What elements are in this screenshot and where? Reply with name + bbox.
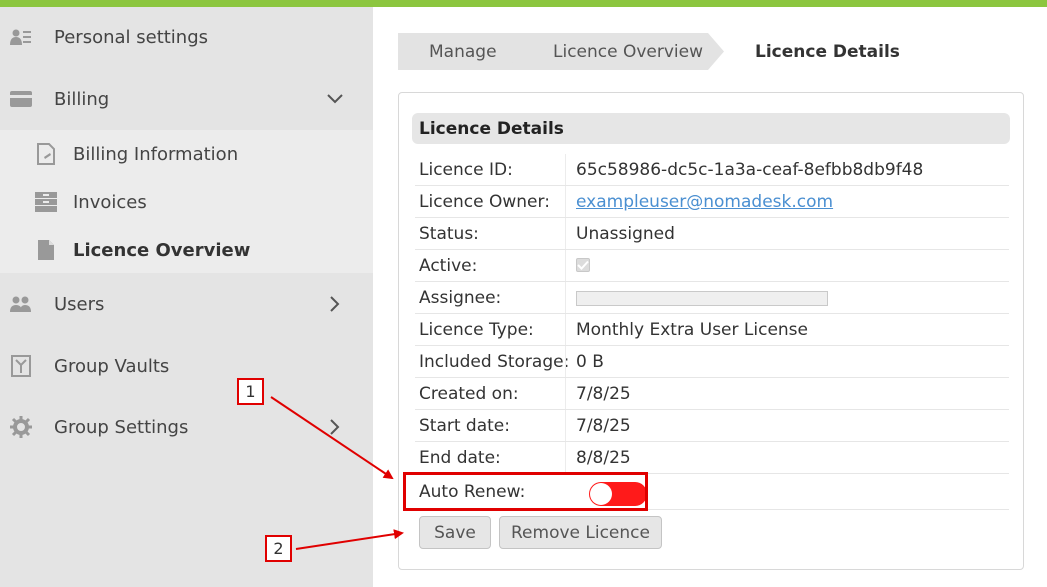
sidebar-item-invoices[interactable]: Invoices bbox=[0, 178, 373, 226]
sidebar-item-label: Licence Overview bbox=[73, 239, 251, 261]
sidebar-item-label: Invoices bbox=[73, 191, 147, 213]
sidebar-item-label: Group Vaults bbox=[54, 355, 170, 377]
sidebar-item-label: Personal settings bbox=[54, 26, 209, 48]
billing-submenu: Billing Information Invoices Licence Ove… bbox=[0, 130, 373, 273]
sidebar-item-label: Users bbox=[54, 293, 105, 315]
status-value: Unassigned bbox=[576, 224, 675, 244]
field-label: Start date: bbox=[419, 416, 510, 436]
row-included-storage: Included Storage: 0 B bbox=[415, 346, 1009, 378]
vault-icon bbox=[10, 355, 32, 377]
assignee-input[interactable] bbox=[576, 291, 828, 306]
row-start-date: Start date: 7/8/25 bbox=[415, 410, 1009, 442]
sidebar-item-users[interactable]: Users bbox=[0, 274, 373, 334]
chevron-right-icon[interactable] bbox=[325, 417, 345, 437]
sidebar-item-personal-settings[interactable]: Personal settings bbox=[0, 7, 373, 67]
breadcrumb-current: Licence Details bbox=[755, 41, 900, 62]
licence-id-value: 65c58986-dc5c-1a3a-ceaf-8efbb8db9f48 bbox=[576, 160, 924, 180]
panel-title: Licence Details bbox=[412, 113, 1010, 144]
row-licence-id: Licence ID: 65c58986-dc5c-1a3a-ceaf-8efb… bbox=[415, 154, 1009, 186]
field-label: Status: bbox=[419, 224, 479, 244]
licence-type-value: Monthly Extra User License bbox=[576, 320, 808, 340]
field-label: Included Storage: bbox=[419, 352, 570, 372]
sidebar: Personal settings Billing Billing Inform… bbox=[0, 7, 373, 587]
chevron-down-icon[interactable] bbox=[325, 89, 345, 109]
document-edit-icon bbox=[35, 143, 57, 165]
field-label: Created on: bbox=[419, 384, 519, 404]
row-end-date: End date: 8/8/25 bbox=[415, 442, 1009, 474]
sidebar-item-label: Group Settings bbox=[54, 416, 189, 438]
owner-email-link[interactable]: exampleuser@nomadesk.com bbox=[576, 192, 833, 212]
sidebar-item-label: Billing Information bbox=[73, 143, 239, 165]
created-value: 7/8/25 bbox=[576, 384, 631, 404]
field-label: Licence Type: bbox=[419, 320, 534, 340]
top-accent-bar bbox=[0, 0, 1047, 7]
document-icon bbox=[35, 239, 57, 261]
field-label: End date: bbox=[419, 448, 501, 468]
breadcrumb-manage[interactable]: Manage bbox=[398, 33, 524, 70]
remove-licence-button[interactable]: Remove Licence bbox=[499, 516, 662, 549]
sidebar-item-billing-information[interactable]: Billing Information bbox=[0, 130, 373, 178]
sidebar-item-group-settings[interactable]: Group Settings bbox=[0, 397, 373, 457]
annotation-highlight-auto-renew bbox=[403, 472, 648, 511]
row-licence-owner: Licence Owner: exampleuser@nomadesk.com bbox=[415, 186, 1009, 218]
active-checkbox bbox=[576, 258, 590, 272]
save-button[interactable]: Save bbox=[419, 516, 491, 549]
annotation-label-1: 1 bbox=[237, 378, 264, 405]
field-label: Licence Owner: bbox=[419, 192, 550, 212]
drawer-icon bbox=[35, 191, 57, 213]
card-icon bbox=[10, 88, 32, 110]
gear-icon bbox=[10, 416, 32, 438]
storage-value: 0 B bbox=[576, 352, 604, 372]
end-date-value: 8/8/25 bbox=[576, 448, 631, 468]
row-active: Active: bbox=[415, 250, 1009, 282]
field-label: Licence ID: bbox=[419, 160, 513, 180]
sidebar-item-group-vaults[interactable]: Group Vaults bbox=[0, 336, 373, 396]
person-list-icon bbox=[10, 26, 32, 48]
row-licence-type: Licence Type: Monthly Extra User License bbox=[415, 314, 1009, 346]
sidebar-item-licence-overview[interactable]: Licence Overview bbox=[0, 226, 373, 274]
annotation-label-2: 2 bbox=[265, 535, 292, 562]
row-created-on: Created on: 7/8/25 bbox=[415, 378, 1009, 410]
sidebar-item-label: Billing bbox=[54, 88, 110, 110]
row-assignee: Assignee: bbox=[415, 282, 1009, 314]
field-label: Active: bbox=[419, 256, 478, 276]
start-date-value: 7/8/25 bbox=[576, 416, 631, 436]
field-label: Assignee: bbox=[419, 288, 502, 308]
users-icon bbox=[10, 293, 32, 315]
sidebar-item-billing[interactable]: Billing bbox=[0, 69, 373, 129]
chevron-right-icon[interactable] bbox=[325, 294, 345, 314]
breadcrumb-licence-overview[interactable]: Licence Overview bbox=[506, 33, 724, 70]
row-status: Status: Unassigned bbox=[415, 218, 1009, 250]
